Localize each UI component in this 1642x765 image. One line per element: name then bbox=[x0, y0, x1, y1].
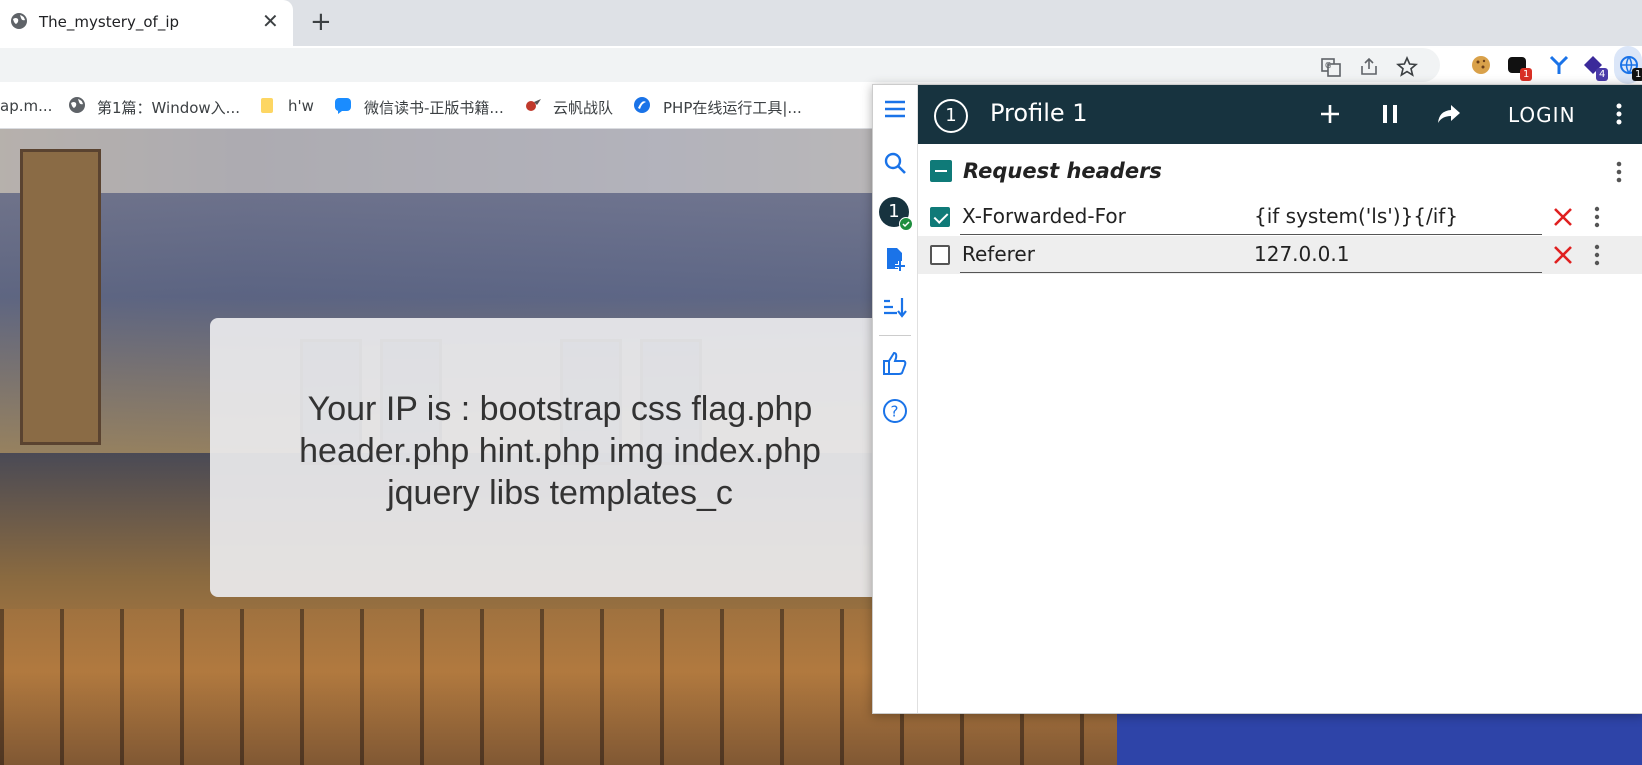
popup-sidebar: 1 ? bbox=[873, 85, 918, 713]
field-underline bbox=[960, 234, 1542, 235]
thumbs-up-icon[interactable] bbox=[881, 349, 909, 377]
delete-icon[interactable] bbox=[1552, 244, 1574, 266]
translate-icon[interactable]: G bbox=[1320, 56, 1342, 78]
bookmark-item[interactable]: h'w bbox=[288, 97, 314, 115]
extension-badge: 4 bbox=[1596, 68, 1609, 81]
profile-switch[interactable]: 1 bbox=[879, 197, 913, 231]
share-arrow-icon[interactable] bbox=[1436, 102, 1462, 126]
search-icon[interactable] bbox=[881, 149, 909, 177]
php-tool-icon bbox=[634, 97, 650, 113]
popup-header: 1 Profile 1 LOGIN bbox=[918, 85, 1642, 144]
modheader-popup: 1 ? 1 Profile 1 LOGIN Request headers X-… bbox=[872, 84, 1642, 714]
svg-text:G: G bbox=[1325, 61, 1331, 70]
extension-badged-4[interactable]: 4 bbox=[1582, 46, 1612, 84]
address-bar[interactable]: G bbox=[0, 48, 1440, 82]
login-button[interactable]: LOGIN bbox=[1508, 103, 1576, 127]
tab-title: The_mystery_of_ip bbox=[39, 13, 180, 31]
globe-icon bbox=[11, 13, 27, 29]
modheader-extension-button[interactable]: 1 bbox=[1614, 46, 1642, 84]
extensions-area: 1 4 1 bbox=[1454, 46, 1642, 84]
toolbar: G 1 4 1 bbox=[0, 46, 1642, 84]
header-row: X-Forwarded-For {if system('ls')}{/if} bbox=[918, 198, 1642, 236]
bookmark-item[interactable]: 云帆战队 bbox=[553, 97, 613, 118]
header-value-field[interactable]: 127.0.0.1 bbox=[1254, 242, 1349, 266]
funnel-extension-icon[interactable] bbox=[1548, 54, 1570, 76]
extension-badged-1[interactable]: 1 bbox=[1506, 46, 1536, 84]
folder-icon bbox=[261, 98, 273, 113]
sort-icon[interactable] bbox=[881, 293, 909, 321]
team-logo-icon bbox=[526, 99, 541, 111]
delete-icon[interactable] bbox=[1552, 206, 1574, 228]
globe-icon bbox=[69, 97, 85, 113]
bookmark-item[interactable]: 第1篇：Window入... bbox=[97, 97, 240, 118]
header-name-field[interactable]: Referer bbox=[962, 242, 1035, 266]
weread-icon bbox=[335, 98, 351, 114]
header-enabled-checkbox[interactable] bbox=[930, 207, 950, 227]
row-more-icon[interactable] bbox=[1592, 205, 1602, 229]
bookmark-item[interactable]: 微信读书-正版书籍... bbox=[364, 97, 504, 118]
header-name-field[interactable]: X-Forwarded-For bbox=[962, 204, 1126, 228]
menu-icon[interactable] bbox=[881, 95, 909, 123]
ip-card: Your IP is : bootstrap css flag.php head… bbox=[210, 318, 910, 597]
tab-strip: The_mystery_of_ip ✕ + bbox=[0, 0, 1642, 46]
row-more-icon[interactable] bbox=[1592, 243, 1602, 267]
ip-output-text: Your IP is : bootstrap css flag.php head… bbox=[299, 390, 821, 512]
sidebar-divider bbox=[879, 335, 911, 336]
more-vert-icon[interactable] bbox=[1614, 102, 1624, 126]
header-row: Referer 127.0.0.1 bbox=[918, 236, 1642, 274]
check-circle-icon bbox=[899, 217, 913, 231]
section-more-icon[interactable] bbox=[1614, 160, 1624, 184]
extension-badge: 1 bbox=[1632, 68, 1642, 81]
bookmark-item[interactable]: PHP在线运行工具|... bbox=[663, 97, 802, 118]
section-header: Request headers bbox=[918, 144, 1642, 198]
cookie-extension-icon[interactable] bbox=[1470, 54, 1492, 76]
tab-close-icon[interactable]: ✕ bbox=[262, 9, 279, 33]
background-sign bbox=[20, 149, 101, 445]
header-enabled-checkbox[interactable] bbox=[930, 245, 950, 265]
share-icon[interactable] bbox=[1358, 56, 1380, 78]
pause-icon[interactable] bbox=[1378, 102, 1402, 126]
field-underline bbox=[960, 272, 1542, 273]
bookmark-star-icon[interactable] bbox=[1396, 56, 1418, 78]
new-tab-button[interactable]: + bbox=[310, 8, 332, 36]
svg-text:?: ? bbox=[891, 403, 899, 421]
profile-name[interactable]: Profile 1 bbox=[990, 99, 1088, 127]
extension-badge: 1 bbox=[1520, 68, 1533, 81]
add-file-icon[interactable] bbox=[881, 245, 909, 273]
add-icon[interactable] bbox=[1318, 102, 1342, 126]
section-title: Request headers bbox=[963, 159, 1162, 183]
header-value-field[interactable]: {if system('ls')}{/if} bbox=[1254, 204, 1458, 228]
browser-tab[interactable]: The_mystery_of_ip ✕ bbox=[0, 0, 293, 46]
help-icon[interactable]: ? bbox=[881, 397, 909, 425]
background-banner-lower bbox=[1117, 712, 1642, 765]
bookmark-item[interactable]: ap.m... bbox=[0, 97, 52, 115]
profile-number-badge[interactable]: 1 bbox=[934, 99, 968, 133]
collapse-toggle[interactable] bbox=[930, 160, 952, 182]
